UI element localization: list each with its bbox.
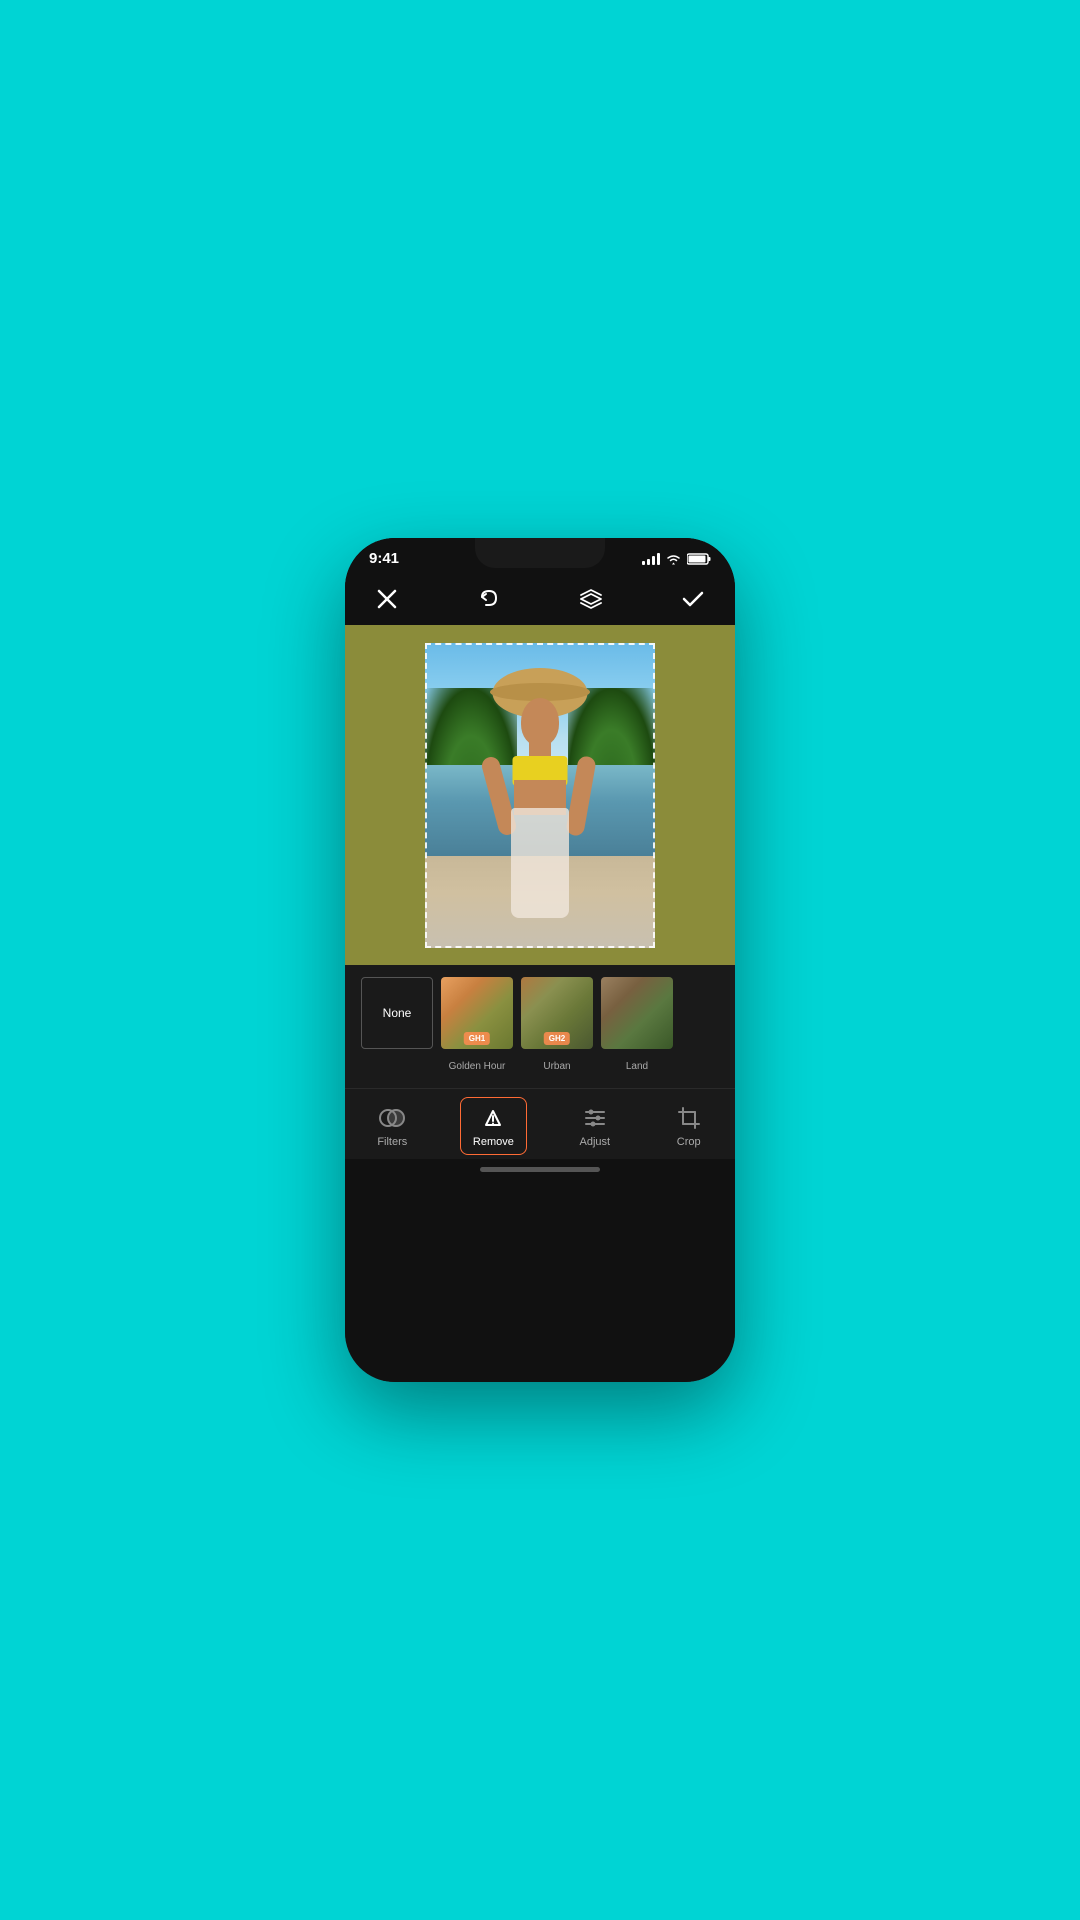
top-toolbar bbox=[345, 573, 735, 625]
crop-label: Crop bbox=[677, 1136, 701, 1148]
home-bar bbox=[480, 1167, 600, 1172]
filter-none[interactable]: None bbox=[361, 977, 433, 1049]
home-indicator bbox=[345, 1159, 735, 1180]
bottom-toolbar: Filters Remove bbox=[345, 1088, 735, 1159]
filters-label: Filters bbox=[377, 1136, 407, 1148]
remove-label: Remove bbox=[473, 1136, 514, 1148]
remove-icon bbox=[479, 1104, 507, 1132]
layers-button[interactable] bbox=[573, 581, 609, 617]
person-figure bbox=[485, 668, 595, 948]
tool-remove[interactable]: Remove bbox=[460, 1097, 527, 1155]
undo-button[interactable] bbox=[471, 581, 507, 617]
photo-canvas bbox=[425, 643, 655, 948]
confirm-button[interactable] bbox=[675, 581, 711, 617]
signal-icon bbox=[642, 553, 660, 565]
filter-scroll-container[interactable]: None GH1 GH2 bbox=[345, 977, 735, 1057]
notch bbox=[475, 538, 605, 568]
crop-icon bbox=[675, 1104, 703, 1132]
status-icons bbox=[642, 553, 711, 565]
canvas-area[interactable] bbox=[345, 625, 735, 965]
filter-panel: None GH1 GH2 Golden bbox=[345, 965, 735, 1088]
wifi-icon bbox=[666, 553, 681, 565]
phone-frame: 9:41 bbox=[345, 538, 735, 1382]
adjust-label: Adjust bbox=[579, 1136, 610, 1148]
phone-screen: 9:41 bbox=[345, 538, 735, 1382]
filter-gh1-badge: GH1 bbox=[464, 1032, 490, 1045]
adjust-icon bbox=[581, 1104, 609, 1132]
filter-gh2-name: Urban bbox=[521, 1061, 593, 1072]
filter-gh2-badge: GH2 bbox=[544, 1032, 570, 1045]
filter-land-name: Land bbox=[601, 1061, 673, 1072]
tool-filters[interactable]: Filters bbox=[365, 1100, 419, 1152]
status-time: 9:41 bbox=[369, 550, 399, 567]
close-button[interactable] bbox=[369, 581, 405, 617]
filters-icon bbox=[378, 1104, 406, 1132]
tool-adjust[interactable]: Adjust bbox=[567, 1100, 622, 1152]
filter-gh1[interactable]: GH1 bbox=[441, 977, 513, 1049]
tool-crop[interactable]: Crop bbox=[663, 1100, 715, 1152]
filter-land[interactable] bbox=[601, 977, 673, 1049]
filter-gh1-name: Golden Hour bbox=[441, 1061, 513, 1072]
battery-icon bbox=[687, 553, 711, 565]
filter-names: Golden Hour Urban Land bbox=[345, 1057, 735, 1080]
filter-gh2[interactable]: GH2 bbox=[521, 977, 593, 1049]
